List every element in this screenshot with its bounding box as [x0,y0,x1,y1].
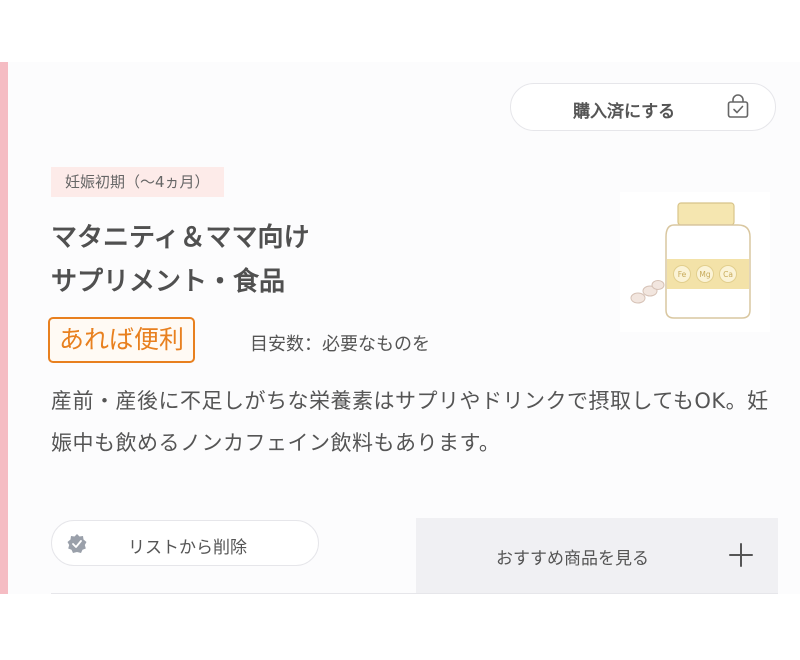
shopping-bag-check-icon [727,94,749,118]
remove-from-list-button[interactable]: リストから削除 [51,520,319,566]
quantity-guide-label: 目安数：必要なものを [250,334,430,355]
plus-icon [729,543,753,567]
remove-from-list-label: リストから削除 [128,538,247,558]
need-level-badge: あれば便利 [48,317,196,363]
item-title: マタニティ＆ママ向け サプリメント・食品 [51,216,571,304]
view-recommended-products-button[interactable]: おすすめ商品を見る [416,518,778,594]
card-accent-bar [0,62,8,594]
badge-check-icon [67,534,87,553]
supplement-bottle-image: Fe Mg Ca [620,192,770,332]
image-label-fe: Fe [678,270,687,279]
mark-purchased-button[interactable]: 購入済にする [510,83,776,131]
item-description: 産前・産後に不足しがちな栄養素はサプリやドリンクで摂取してもOK。妊娠中も飲める… [51,389,769,455]
image-label-ca: Ca [723,270,733,279]
card-bottom-divider [51,593,778,594]
item-title-line-2: サプリメント・食品 [51,267,286,297]
item-title-line-1: マタニティ＆ママ向け [51,223,310,253]
image-label-mg: Mg [699,270,710,279]
view-recommended-products-label: おすすめ商品を見る [496,549,649,569]
mark-purchased-label: 購入済にする [573,102,676,122]
period-tag: 妊娠初期（〜4ヵ月） [51,167,224,197]
